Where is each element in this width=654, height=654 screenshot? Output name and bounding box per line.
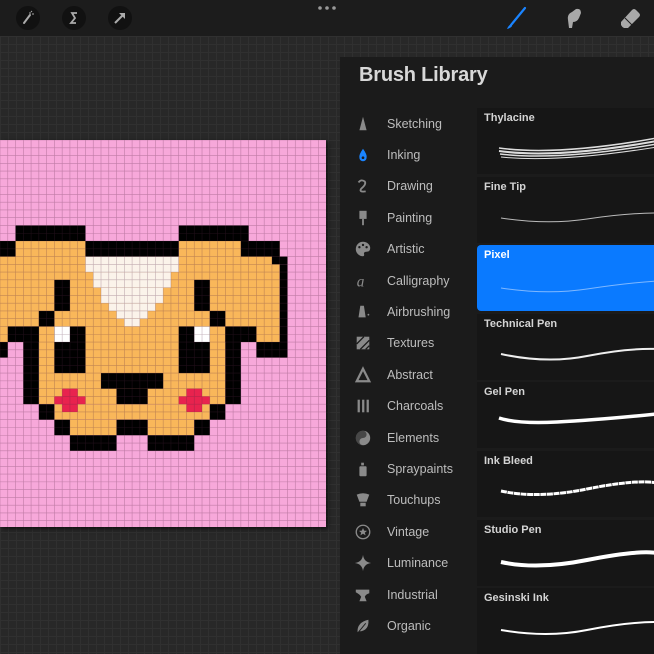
palette-icon xyxy=(353,239,373,259)
magic-wand-icon xyxy=(23,10,34,24)
brush-thylacine[interactable]: Thylacine xyxy=(477,108,654,174)
category-luminance[interactable]: Luminance xyxy=(340,548,476,579)
calligraphy-a-icon: a xyxy=(353,271,373,291)
anvil-icon xyxy=(353,585,373,605)
touchup-brush-icon xyxy=(353,490,373,510)
category-label: Industrial xyxy=(387,587,438,602)
texture-icon xyxy=(353,333,373,353)
category-spraypaints[interactable]: Spraypaints xyxy=(340,453,476,484)
category-sketching[interactable]: Sketching xyxy=(340,108,476,139)
ellipsis-icon[interactable] xyxy=(316,2,338,14)
category-drawing[interactable]: Drawing xyxy=(340,171,476,202)
category-label: Drawing xyxy=(387,179,433,194)
brush-stroke-preview xyxy=(500,480,654,497)
brush-stroke-preview xyxy=(500,280,654,293)
yin-yang-icon xyxy=(353,428,373,448)
squiggle-icon xyxy=(353,176,373,196)
category-label: Organic xyxy=(387,618,431,633)
adjustments-button[interactable] xyxy=(16,6,40,30)
category-organic[interactable]: Organic xyxy=(340,610,476,641)
category-label: Vintage xyxy=(387,524,430,539)
brush-stroke-preview xyxy=(498,412,654,425)
category-label: Artistic xyxy=(387,242,425,257)
category-inking[interactable]: Inking xyxy=(340,139,476,170)
category-industrial[interactable]: Industrial xyxy=(340,579,476,610)
paintbrush-icon xyxy=(353,208,373,228)
category-label: Sketching xyxy=(387,116,442,131)
category-label: Charcoals xyxy=(387,399,444,414)
top-toolbar xyxy=(0,0,654,36)
brush-name: Ink Bleed xyxy=(484,455,533,467)
category-label: Inking xyxy=(387,147,421,162)
category-label: Painting xyxy=(387,210,433,225)
leaf-icon xyxy=(353,616,373,636)
category-airbrushing[interactable]: Airbrushing xyxy=(340,296,476,327)
airbrush-icon xyxy=(353,302,373,322)
brush-stroke-preview xyxy=(500,549,654,568)
brush-technical-pen[interactable]: Technical Pen xyxy=(477,313,654,380)
brush-stroke-preview xyxy=(500,212,654,222)
brush-name: Technical Pen xyxy=(484,317,558,330)
sparkle-icon xyxy=(353,553,373,573)
pencil-tip-icon xyxy=(353,114,373,134)
category-textures[interactable]: Textures xyxy=(340,328,476,359)
category-label: Spraypaints xyxy=(387,461,454,476)
brush-name: Studio Pen xyxy=(484,523,542,536)
category-touchups[interactable]: Touchups xyxy=(340,485,476,516)
brush-name: Fine Tip xyxy=(484,180,526,193)
smudge-icon[interactable] xyxy=(561,6,587,30)
category-abstract[interactable]: Abstract xyxy=(340,359,476,390)
brush-stroke-preview xyxy=(500,621,654,636)
brush-pixel[interactable]: Pixel xyxy=(477,245,654,312)
brush-stroke-preview xyxy=(498,137,654,160)
drawing-canvas[interactable] xyxy=(0,140,326,527)
brush-ink-bleed[interactable]: Ink Bleed xyxy=(477,451,654,517)
transform-button[interactable] xyxy=(108,6,132,30)
brush-studio-pen[interactable]: Studio Pen xyxy=(477,519,654,586)
category-artistic[interactable]: Artistic xyxy=(340,234,476,265)
brush-name: Gesinski Ink xyxy=(484,592,549,605)
category-charcoals[interactable]: Charcoals xyxy=(340,391,476,422)
category-label: Luminance xyxy=(387,556,449,571)
category-painting[interactable]: Painting xyxy=(340,202,476,233)
brush-icon[interactable] xyxy=(503,6,529,30)
brush-name: Thylacine xyxy=(484,112,535,124)
category-elements[interactable]: Elements xyxy=(340,422,476,453)
category-label: Touchups xyxy=(387,493,441,508)
category-calligraphy[interactable]: a Calligraphy xyxy=(340,265,476,296)
category-label: Elements xyxy=(387,430,440,445)
brush-library-panel: Brush Library Sketching Inking Drawing Pain… xyxy=(340,57,654,654)
ink-drop-icon xyxy=(353,145,373,165)
category-label: Textures xyxy=(387,336,435,351)
category-label: Airbrushing xyxy=(387,304,451,319)
category-vintage[interactable]: Vintage xyxy=(340,516,476,547)
category-label: Calligraphy xyxy=(387,273,450,288)
brush-name: Gel Pen xyxy=(484,386,525,399)
category-label: Abstract xyxy=(387,367,433,382)
brush-name: Pixel xyxy=(484,249,510,262)
brush-gesinski-ink[interactable]: Gesinski Ink xyxy=(477,588,654,654)
triangle-icon xyxy=(353,365,373,385)
brush-stroke-preview xyxy=(500,347,654,361)
charcoal-sticks-icon xyxy=(353,396,373,416)
svg-text:a: a xyxy=(357,273,365,290)
spray-can-icon xyxy=(353,459,373,479)
star-circle-icon xyxy=(353,522,373,542)
panel-title: Brush Library xyxy=(359,64,488,86)
selection-s-icon xyxy=(69,12,77,24)
brush-gel-pen[interactable]: Gel Pen xyxy=(477,382,654,449)
brush-fine-tip[interactable]: Fine Tip xyxy=(477,176,654,243)
eraser-icon[interactable] xyxy=(617,6,643,30)
transform-arrow-icon xyxy=(114,13,125,24)
selection-button[interactable] xyxy=(62,6,86,30)
